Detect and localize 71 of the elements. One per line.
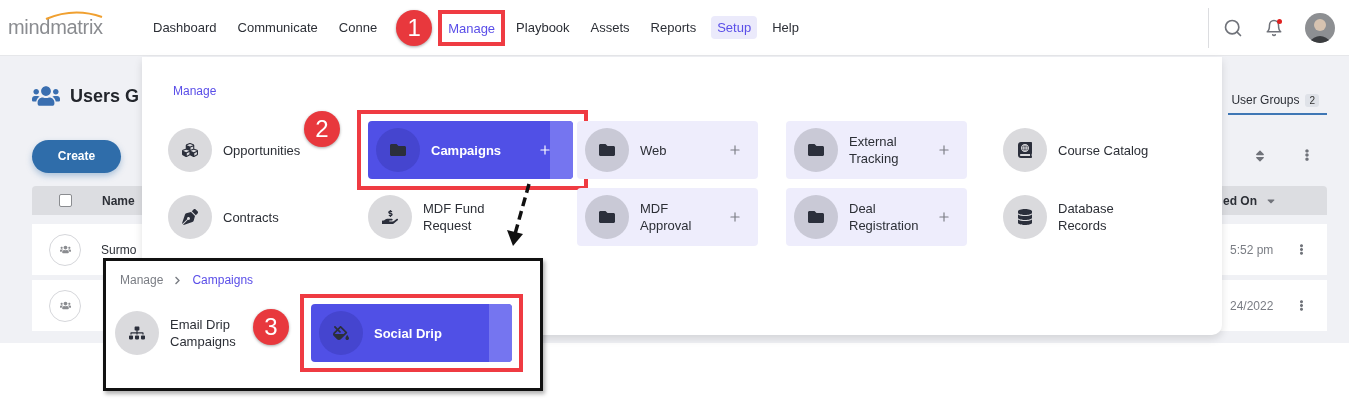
sitemap-icon — [129, 325, 145, 341]
cubes-icon — [182, 142, 198, 158]
menu-item[interactable]: Course Catalog — [1003, 121, 1193, 179]
menu-card[interactable]: MDF Approval — [577, 188, 758, 246]
menu-label: Contracts — [223, 208, 280, 226]
breadcrumb-link[interactable]: Manage — [168, 84, 217, 98]
nav-link[interactable]: Conne — [332, 16, 384, 39]
breadcrumb-link[interactable]: Manage — [115, 273, 164, 287]
tab-label: User Groups — [1231, 93, 1300, 107]
folder-icon — [599, 209, 615, 225]
table-cell: Surmo — [101, 242, 137, 257]
count-badge: 2 — [1305, 93, 1319, 107]
menu-label: Database Records — [1058, 200, 1115, 234]
step-badge: 1 — [396, 9, 433, 46]
tab[interactable]: User Groups 2 — [1228, 93, 1327, 115]
table-cell-text: 5:52 pm — [1230, 242, 1275, 257]
menu-item[interactable]: MDF Fund Request — [368, 188, 573, 246]
paint-bucket-icon — [333, 325, 349, 341]
menu-label: Deal Registration — [849, 200, 920, 234]
folder-icon — [599, 142, 615, 158]
step-badge: 3 — [253, 309, 289, 345]
menu-item[interactable]: Email Drip Campaigns — [115, 304, 245, 362]
pen-nib-icon — [182, 209, 198, 225]
column-header[interactable]: Name — [102, 193, 135, 208]
nav-link[interactable]: Reports — [644, 16, 703, 39]
logo-arc-icon — [44, 10, 104, 20]
bell-icon[interactable] — [1265, 18, 1283, 37]
menu-card[interactable]: Deal Registration — [786, 188, 967, 246]
menu-label: Social Drip — [374, 324, 443, 342]
nav-link[interactable]: Communicate — [231, 16, 324, 39]
nav-link[interactable]: Dashboard — [147, 16, 223, 39]
highlight-frame — [438, 9, 506, 46]
nav-link[interactable]: Setup — [711, 16, 758, 39]
create-button[interactable]: Create — [32, 139, 121, 173]
nav-link[interactable]: Manage — [442, 16, 502, 40]
menu-label: Opportunities — [223, 141, 302, 159]
menu-item[interactable]: Database Records — [1003, 188, 1193, 246]
menu-label: External Tracking — [849, 133, 900, 167]
table-cell-text: 24/2022 — [1230, 298, 1275, 313]
menu-label: Web — [640, 141, 668, 159]
folder-icon — [808, 209, 824, 225]
menu-label: Campaigns — [431, 141, 503, 159]
book-icon — [1017, 142, 1033, 158]
menu-label: Email Drip Campaigns — [170, 316, 237, 350]
search-icon[interactable] — [1223, 17, 1243, 38]
menu-card[interactable]: External Tracking — [786, 121, 967, 179]
menu-card[interactable]: Web — [577, 121, 758, 179]
menu-label: MDF Fund Request — [423, 200, 486, 234]
menu-label: MDF Approval — [640, 200, 693, 234]
folder-icon — [808, 142, 824, 158]
card-stripe — [489, 304, 512, 362]
chevron-icon — [173, 275, 183, 285]
nav-link[interactable]: Help — [766, 16, 805, 39]
hand-dollar-icon — [382, 209, 398, 225]
checkbox[interactable] — [59, 194, 72, 207]
avatar[interactable] — [1305, 12, 1335, 43]
folder-icon — [390, 142, 406, 158]
menu-label: Course Catalog — [1058, 141, 1150, 159]
breadcrumb-link[interactable]: Campaigns — [192, 273, 254, 287]
menu-card[interactable]: Campaigns — [368, 121, 573, 179]
card-stripe — [550, 121, 573, 179]
column-header[interactable]: ed On — [1223, 193, 1277, 208]
nav-link[interactable]: Playbook — [510, 16, 576, 39]
step-badge: 2 — [304, 111, 340, 147]
sort-icon[interactable] — [1253, 149, 1267, 163]
menu-card[interactable]: Social Drip — [311, 304, 512, 362]
plus-icon[interactable] — [538, 143, 552, 157]
database-icon — [1017, 209, 1033, 225]
menu-item[interactable]: Contracts — [168, 188, 358, 246]
nav-link[interactable]: Assets — [584, 16, 636, 39]
page-title: Users G — [70, 85, 140, 107]
